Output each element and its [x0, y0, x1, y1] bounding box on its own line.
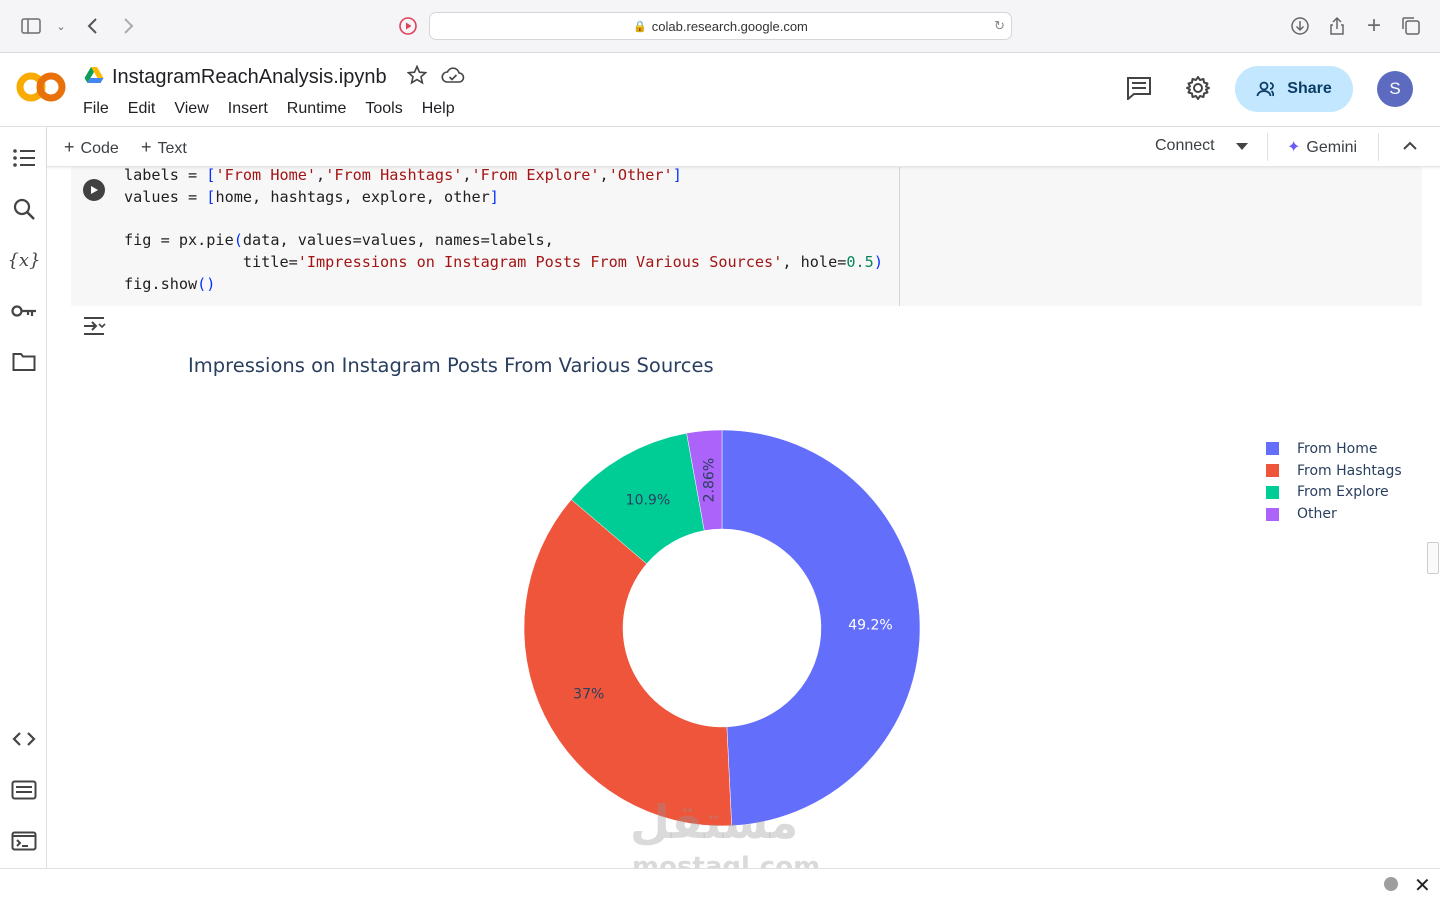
key-icon[interactable] — [10, 297, 38, 325]
donut-chart[interactable]: 49.2% 37% 10.9% 2.86% — [500, 410, 950, 850]
new-tab-icon[interactable]: + — [1361, 12, 1387, 39]
menu-edit[interactable]: Edit — [128, 100, 156, 118]
menu-tools[interactable]: Tools — [365, 100, 402, 118]
code-cell[interactable]: labels = ['From Home','From Hashtags','F… — [71, 165, 1422, 306]
output-options-icon[interactable] — [82, 315, 108, 342]
legend-label: Other — [1297, 506, 1337, 523]
code-line-5: title='Impressions on Instagram Posts Fr… — [124, 253, 883, 272]
slice-from-hashtags[interactable] — [523, 499, 732, 827]
code-line-1: labels = ['From Home','From Hashtags','F… — [124, 166, 682, 184]
caret-down-icon[interactable] — [1236, 143, 1248, 150]
browser-toolbar: ⌄ 🔒 colab.research.google.com ↻ + — [0, 0, 1440, 53]
add-code-label: Code — [80, 140, 119, 157]
divider — [1267, 133, 1268, 161]
slice-label: 37% — [573, 687, 604, 703]
chart-legend: From Home From Hashtags From Explore Other — [1266, 438, 1402, 525]
legend-swatch — [1266, 464, 1279, 478]
code-snippets-icon[interactable] — [10, 725, 38, 753]
add-code-button[interactable]: + Code — [64, 137, 119, 158]
divider — [1378, 133, 1379, 161]
reload-icon[interactable]: ↻ — [994, 18, 1005, 34]
menu-insert[interactable]: Insert — [228, 100, 268, 118]
plus-icon: + — [64, 137, 75, 157]
colab-header: InstagramReachAnalysis.ipynb File Edit V… — [0, 53, 1440, 127]
code-line-2: values = [home, hashtags, explore, other… — [124, 187, 499, 206]
table-of-contents-icon[interactable] — [10, 144, 38, 172]
legend-item[interactable]: From Home — [1266, 438, 1402, 460]
legend-label: From Hashtags — [1297, 462, 1402, 479]
legend-item[interactable]: Other — [1266, 503, 1402, 525]
line-length-ruler — [899, 167, 900, 306]
drive-icon — [84, 66, 104, 89]
connect-button[interactable]: Connect — [1155, 137, 1215, 155]
output-scrollbar[interactable] — [1427, 542, 1439, 574]
code-line-4: fig = px.pie(data, values=values, names=… — [124, 231, 554, 250]
gemini-button[interactable]: ✦ Gemini — [1287, 137, 1357, 157]
legend-swatch — [1266, 442, 1279, 456]
folder-icon[interactable] — [10, 348, 38, 376]
sidebar-toggle-icon[interactable] — [18, 13, 44, 39]
forward-icon[interactable] — [115, 13, 141, 39]
chevron-up-icon[interactable] — [1402, 136, 1418, 161]
colab-logo[interactable] — [16, 69, 66, 110]
slice-label: 10.9% — [626, 492, 670, 508]
gemini-label: Gemini — [1306, 139, 1358, 156]
chevron-down-icon[interactable]: ⌄ — [48, 13, 74, 39]
variables-icon[interactable]: {x} — [7, 246, 40, 274]
menu-help[interactable]: Help — [422, 100, 455, 118]
tabs-overview-icon[interactable] — [1398, 13, 1424, 39]
comment-icon[interactable] — [1126, 76, 1152, 105]
legend-swatch — [1266, 507, 1279, 521]
menu-file[interactable]: File — [83, 100, 109, 118]
slice-label: 2.86% — [702, 458, 718, 502]
share-label: Share — [1287, 80, 1332, 97]
close-icon[interactable]: ✕ — [1414, 873, 1431, 898]
notebook-title[interactable]: InstagramReachAnalysis.ipynb — [112, 66, 387, 89]
share-button[interactable]: Share — [1235, 66, 1353, 112]
slice-label: 49.2% — [848, 617, 892, 633]
run-cell-button[interactable] — [83, 179, 105, 201]
code-editor[interactable]: labels = ['From Home','From Hashtags','F… — [124, 165, 883, 296]
legend-label: From Home — [1297, 440, 1378, 457]
runtime-status-icon — [1384, 877, 1398, 891]
gemini-spark-icon: ✦ — [1287, 139, 1301, 156]
chart-title: Impressions on Instagram Posts From Vari… — [188, 354, 714, 377]
left-sidebar: {x} — [0, 127, 47, 868]
back-icon[interactable] — [80, 13, 106, 39]
legend-label: From Explore — [1297, 484, 1389, 501]
menu-bar: File Edit View Insert Runtime Tools Help — [83, 100, 474, 118]
code-line-6: fig.show() — [124, 274, 216, 293]
cloud-saved-icon[interactable] — [441, 66, 465, 89]
address-bar[interactable]: 🔒 colab.research.google.com ↻ — [429, 12, 1012, 40]
add-text-button[interactable]: + Text — [141, 137, 187, 158]
watermark-arabic: مستقل — [630, 795, 799, 849]
play-icon — [91, 186, 98, 194]
url-text: colab.research.google.com — [651, 18, 808, 34]
legend-item[interactable]: From Hashtags — [1266, 460, 1402, 482]
notebook-toolbar: + Code + Text Connect ✦ Gemini — [47, 127, 1440, 167]
download-icon[interactable] — [1287, 13, 1313, 39]
terminal-icon[interactable] — [10, 827, 38, 855]
command-palette-icon[interactable] — [10, 776, 38, 804]
avatar[interactable]: S — [1377, 71, 1413, 107]
share-page-icon[interactable] — [1324, 13, 1350, 39]
menu-view[interactable]: View — [174, 100, 208, 118]
status-bar: ✕ — [0, 868, 1440, 900]
star-icon[interactable] — [406, 64, 428, 90]
legend-swatch — [1266, 485, 1279, 499]
menu-runtime[interactable]: Runtime — [287, 100, 347, 118]
gear-icon[interactable] — [1185, 75, 1211, 106]
people-icon — [1256, 81, 1275, 97]
legend-item[interactable]: From Explore — [1266, 482, 1402, 504]
plus-icon: + — [141, 137, 152, 157]
search-icon[interactable] — [10, 195, 38, 223]
add-text-label: Text — [157, 140, 187, 157]
lock-icon: 🔒 — [633, 20, 647, 33]
record-icon[interactable] — [395, 13, 421, 39]
